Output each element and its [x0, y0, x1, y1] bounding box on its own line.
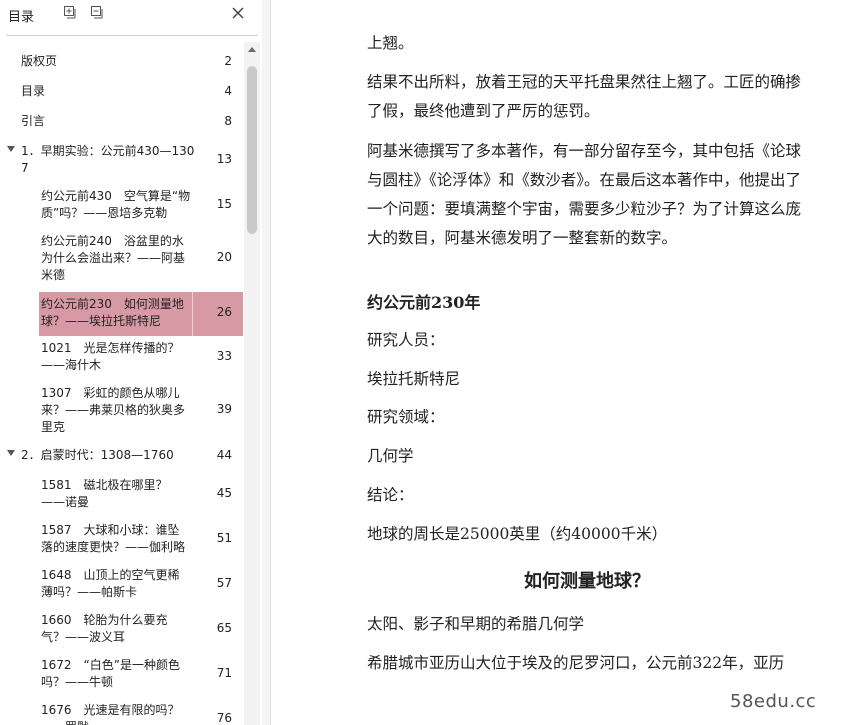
paragraph: 希腊城市亚历山大位于埃及的尼罗河口，公元前322年，亚历	[367, 654, 785, 672]
toc-item-page: 4	[224, 84, 232, 98]
toc-item-label: 1．早期实验：公元前430—1307	[21, 144, 195, 175]
toc-item-page: 13	[216, 152, 232, 166]
paragraph: 上翘。	[367, 34, 414, 52]
toc-item-page: 8	[224, 114, 232, 128]
toc-item-label: 约公元前240 浴盆里的水为什么会溢出来？——阿基米德	[41, 234, 186, 282]
paragraph: 结果不出所料，放着王冠的天平托盘果然往上翘了。工匠的确掺了假，最终他遭到了严厉的…	[367, 73, 802, 120]
collapse-all-icon[interactable]	[91, 6, 104, 19]
toc-item-page: 45	[216, 486, 232, 500]
conclusion-label: 结论：	[367, 486, 414, 504]
toc-item-label: 约公元前430 空气算是“物质”吗？——恩培多克勒	[41, 189, 191, 220]
toc-item-page: 44	[216, 448, 232, 462]
panel-splitter[interactable]	[262, 0, 271, 725]
toc-item-page: 76	[216, 711, 232, 725]
scroll-thumb[interactable]	[247, 66, 257, 234]
toc-divider	[6, 35, 258, 36]
conclusion-value: 地球的周长是25000英里（约40000千米）	[367, 525, 668, 543]
toc-panel: 目录 版权页 2 目录 4 引言 8 1．早期实验：公元前430—1307 13…	[0, 0, 263, 725]
field-label: 研究领域：	[367, 408, 445, 426]
collapse-toggle-icon[interactable]	[7, 450, 15, 456]
selection-divider	[192, 292, 193, 336]
toc-item-page: 65	[216, 621, 232, 635]
toc-item-label: 引言	[21, 114, 46, 128]
researcher-name: 埃拉托斯特尼	[367, 370, 461, 388]
toc-item-label: 1587 大球和小球：谁坠落的速度更快？——伽利略	[41, 523, 186, 554]
scroll-up-arrow-icon[interactable]	[248, 47, 256, 52]
toc-item-page: 2	[224, 54, 232, 68]
ebook-reader-window: 目录 版权页 2 目录 4 引言 8 1．早期实验：公元前430—1307 13…	[0, 0, 855, 725]
toc-item-page: 26	[216, 305, 232, 319]
reading-pane: 上翘。 结果不出所料，放着王冠的天平托盘果然往上翘了。工匠的确掺了假，最终他遭到…	[271, 0, 855, 725]
toc-item-page: 71	[216, 666, 232, 680]
close-icon[interactable]	[231, 6, 245, 20]
toc-item-label: 1672 “白色”是一种颜色吗？——牛顿	[41, 658, 180, 689]
toc-item-label: 1307 彩虹的颜色从哪儿来？——弗莱贝格的狄奥多里克	[41, 386, 186, 434]
toc-item-label: 1021 光是怎样传播的？——海什木	[41, 341, 180, 372]
toc-item-page: 20	[216, 250, 232, 264]
toc-item-page: 51	[216, 531, 232, 545]
paragraph: 太阳、影子和早期的希腊几何学	[367, 615, 585, 633]
toc-item-page: 33	[216, 349, 232, 363]
field-value: 几何学	[367, 447, 414, 465]
toc-item-label: 2．启蒙时代：1308—1760	[21, 448, 174, 462]
toc-item-label: 1648 山顶上的空气更稀薄吗？——帕斯卡	[41, 568, 180, 599]
toc-scrollbar[interactable]	[244, 42, 260, 725]
toc-item-label: 目录	[21, 84, 46, 98]
chapter-heading: 如何测量地球？	[524, 571, 650, 592]
toc-item-label: 1676 光速是有限的吗？——罗默	[41, 703, 180, 725]
toc-item-label: 1660 轮胎为什么要充气？——波义耳	[41, 613, 168, 644]
toc-item-page: 39	[216, 402, 232, 416]
toc-list: 版权页 2 目录 4 引言 8 1．早期实验：公元前430—1307 13 约公…	[0, 42, 244, 725]
toc-item-label: 版权页	[21, 54, 58, 68]
toc-item-label: 约公元前230 如何测量地球？——埃拉托斯特尼	[41, 297, 184, 328]
toc-title: 目录	[8, 10, 35, 25]
watermark: 58edu.cc	[730, 691, 817, 712]
toc-item-label: 1581 磁北极在哪里？——诺曼	[41, 478, 168, 509]
researcher-label: 研究人员：	[367, 331, 445, 349]
section-date-heading: 约公元前230年	[367, 293, 481, 312]
paragraph: 阿基米德撰写了多本著作，有一部分留存至今，其中包括《论球与圆柱》《论浮体》和《数…	[367, 142, 802, 247]
collapse-toggle-icon[interactable]	[7, 146, 15, 152]
expand-all-icon[interactable]	[64, 6, 77, 19]
toc-item-page: 15	[216, 197, 232, 211]
toc-item-page: 57	[216, 576, 232, 590]
toc-header: 目录	[0, 0, 262, 30]
